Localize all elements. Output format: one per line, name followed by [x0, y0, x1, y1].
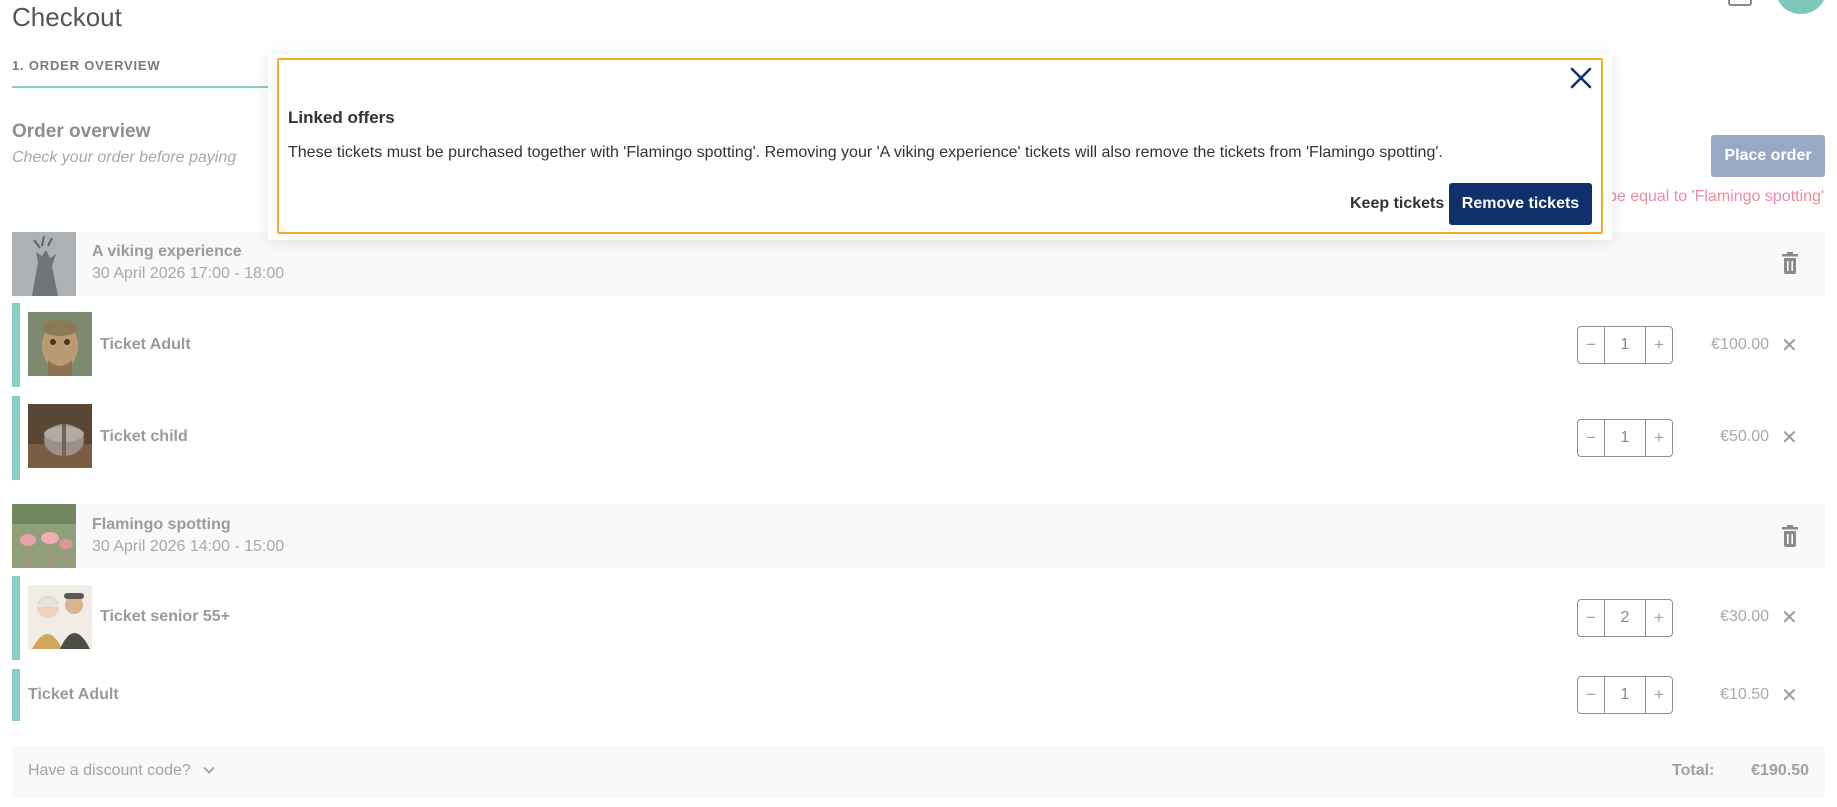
decrement-button[interactable]: − — [1578, 677, 1604, 713]
decrement-button[interactable]: − — [1578, 420, 1604, 456]
ticket-accent-bar — [12, 576, 20, 660]
ticket-price: €100.00 — [1711, 336, 1769, 353]
ticket-name: Ticket child — [100, 428, 188, 445]
place-order-button[interactable]: Place order — [1711, 135, 1825, 177]
ticket-name: Ticket Adult — [100, 336, 191, 353]
ticket-price: €10.50 — [1720, 686, 1769, 703]
increment-button[interactable]: + — [1646, 677, 1672, 713]
quantity-stepper: − 2 + — [1577, 599, 1673, 637]
chevron-down-icon[interactable] — [203, 764, 215, 776]
linked-offers-dialog: Linked offers These tickets must be purc… — [268, 54, 1612, 240]
page-title: Checkout — [12, 2, 122, 32]
event-row — [12, 504, 1825, 568]
increment-button[interactable]: + — [1646, 420, 1672, 456]
avatar[interactable] — [1776, 0, 1826, 14]
trash-icon[interactable] — [1782, 252, 1798, 274]
quantity-value[interactable]: 1 — [1604, 420, 1646, 456]
ticket-name: Ticket Adult — [28, 686, 119, 703]
event-image-flamingo — [12, 504, 76, 568]
remove-ticket-icon[interactable]: ✕ — [1781, 683, 1798, 708]
event-row — [12, 232, 1825, 296]
event-name: A viking experience — [92, 243, 242, 260]
total-label: Total: — [1672, 762, 1715, 779]
event-date: 30 April 2026 17:00 - 18:00 — [92, 265, 285, 282]
checkout-page: Checkout 1. ORDER OVERVIEW Order overvie… — [0, 0, 1837, 807]
trash-icon[interactable] — [1782, 525, 1798, 547]
ticket-accent-bar — [12, 669, 20, 721]
tab-order-overview[interactable]: 1. ORDER OVERVIEW — [12, 58, 160, 73]
ticket-name: Ticket senior 55+ — [100, 608, 230, 625]
discount-code-toggle[interactable]: Have a discount code? — [28, 762, 191, 780]
remove-ticket-icon[interactable]: ✕ — [1781, 605, 1798, 630]
order-footer — [12, 746, 1825, 798]
event-image-viking — [12, 232, 76, 296]
close-icon[interactable] — [1567, 64, 1595, 92]
section-subtitle: Check your order before paying — [12, 149, 237, 166]
keep-tickets-button[interactable]: Keep tickets — [1340, 184, 1454, 224]
quantity-stepper: − 1 + — [1577, 419, 1673, 457]
validation-error: be equal to 'Flamingo spotting' — [1607, 188, 1824, 205]
dialog-message: These tickets must be purchased together… — [288, 144, 1443, 161]
ticket-image-senior — [28, 585, 92, 649]
event-name: Flamingo spotting — [92, 516, 231, 533]
decrement-button[interactable]: − — [1578, 600, 1604, 636]
event-date: 30 April 2026 14:00 - 15:00 — [92, 538, 285, 555]
increment-button[interactable]: + — [1646, 600, 1672, 636]
ticket-price: €50.00 — [1720, 428, 1769, 445]
ticket-price: €30.00 — [1720, 608, 1769, 625]
total-value: €190.50 — [1751, 762, 1809, 779]
ticket-accent-bar — [12, 303, 20, 387]
decrement-button[interactable]: − — [1578, 327, 1604, 363]
quantity-stepper: − 1 + — [1577, 326, 1673, 364]
tab-active-indicator — [12, 86, 268, 88]
ticket-accent-bar — [12, 396, 20, 480]
quantity-value[interactable]: 1 — [1604, 677, 1646, 713]
quantity-value[interactable]: 1 — [1604, 327, 1646, 363]
dialog-title: Linked offers — [288, 108, 395, 127]
remove-ticket-icon[interactable]: ✕ — [1781, 333, 1798, 358]
quantity-value[interactable]: 2 — [1604, 600, 1646, 636]
cart-icon[interactable] — [1728, 0, 1752, 6]
quantity-stepper: − 1 + — [1577, 676, 1673, 714]
section-title: Order overview — [12, 121, 151, 142]
remove-ticket-icon[interactable]: ✕ — [1781, 425, 1798, 450]
ticket-image-child — [28, 404, 92, 468]
remove-tickets-button[interactable]: Remove tickets — [1449, 183, 1592, 225]
ticket-image-adult — [28, 312, 92, 376]
increment-button[interactable]: + — [1646, 327, 1672, 363]
